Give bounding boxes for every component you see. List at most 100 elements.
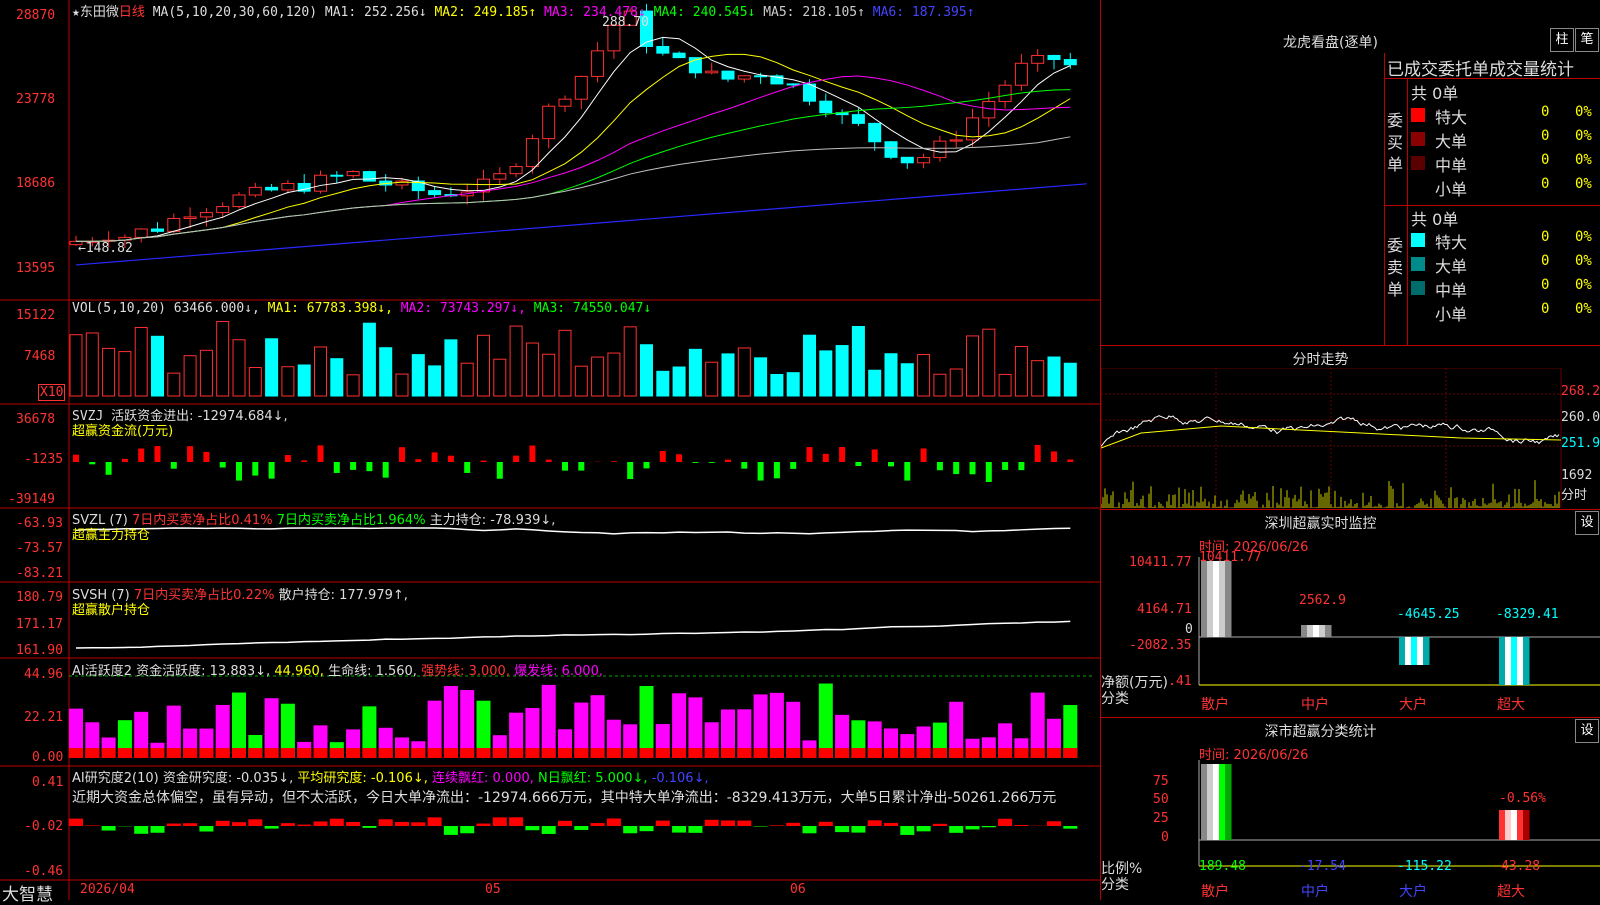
volume-bar <box>266 339 278 396</box>
volume-bar <box>934 374 946 396</box>
buy-row-name: 中单 <box>1435 152 1467 176</box>
candle <box>738 75 750 83</box>
fenshi-y-tick: 251.9 <box>1561 436 1600 451</box>
sell-swatch <box>1411 233 1425 247</box>
sz-cat: 散户 <box>1201 694 1229 714</box>
candle <box>249 183 261 198</box>
buy-swatch <box>1411 108 1425 122</box>
candle <box>363 171 375 182</box>
stats-top-label: -0.56% <box>1499 791 1546 806</box>
ai2-bar <box>314 821 328 826</box>
favorite-star-icon[interactable]: ★ <box>72 5 80 20</box>
svzj-bar <box>285 455 291 462</box>
svzj-bar <box>497 462 503 479</box>
volume-bar <box>200 350 212 396</box>
ai1-base <box>949 748 963 758</box>
buy-total: 共 0单 <box>1411 80 1458 104</box>
sell-row-name: 小单 <box>1435 301 1467 325</box>
ai1-base <box>591 748 605 758</box>
svzj-bar <box>171 462 177 469</box>
fenshi-chart[interactable] <box>1101 368 1600 508</box>
ai1-base <box>216 748 230 758</box>
candle <box>689 57 701 78</box>
ai2-bar <box>167 824 181 826</box>
svzj-bar <box>872 449 878 462</box>
kline-chart[interactable] <box>0 0 1100 900</box>
candle <box>592 42 604 82</box>
chart-area[interactable]: 28870 23778 18686 13595 15122 7468 X10 3… <box>0 0 1101 900</box>
fenshi-y-tick: 268.2 <box>1561 384 1600 399</box>
period-label[interactable]: 日线 <box>119 5 145 20</box>
ai1-base <box>998 748 1012 758</box>
svzj-bar <box>1067 459 1073 462</box>
ai1-base <box>803 748 817 758</box>
ai1-base <box>346 748 360 758</box>
sell-row-pct: 0% <box>1575 229 1592 245</box>
svzj-bar <box>1018 462 1024 470</box>
ai2-bar <box>737 821 751 826</box>
ai2-bar <box>835 826 849 832</box>
sz-val-label: 2562.9 <box>1299 593 1346 608</box>
ai2-bar <box>982 826 996 827</box>
ai1-base <box>623 748 637 758</box>
ai2-bar <box>574 826 588 830</box>
ai1-base <box>835 748 849 758</box>
ai2-bar <box>884 823 898 826</box>
stats-val: -17.54 <box>1299 859 1346 874</box>
ai1-base <box>1047 748 1061 758</box>
candle <box>918 154 930 169</box>
svzj-bar <box>155 446 161 462</box>
volume-bar <box>396 374 408 396</box>
sell-row-count: 0 <box>1541 301 1549 317</box>
ai1-y-tick: 44.96 <box>24 667 63 682</box>
ai2-bar <box>395 822 409 826</box>
ma4-value: MA4: 240.545↓ <box>654 5 756 20</box>
svzj-bar <box>366 462 372 471</box>
sell-row-count: 0 <box>1541 229 1549 245</box>
vol-header: VOL(5,10,20) 63466.000↓, MA1: 67783.398↓… <box>72 301 651 316</box>
svsh-polyline <box>76 621 1070 648</box>
volume-bar <box>820 351 832 396</box>
volume-bar <box>836 346 848 396</box>
candle <box>478 170 490 201</box>
ai2-bar <box>444 826 458 835</box>
bar-mode-button[interactable]: 柱 <box>1550 28 1574 52</box>
volume-bar <box>689 349 701 396</box>
settings-button[interactable]: 设 <box>1575 511 1599 535</box>
ai1-base <box>933 748 947 758</box>
volume-bar <box>298 365 310 396</box>
svzj-bar <box>790 462 796 469</box>
sell-side-label: 委卖单 <box>1387 235 1405 301</box>
ai1-base <box>688 748 702 758</box>
volume-bar <box>249 368 261 396</box>
volume-bar <box>103 348 115 396</box>
ai2-bar <box>265 826 279 829</box>
svzj-bar <box>138 449 144 462</box>
svzj-bar <box>676 454 682 462</box>
fenshi-vol-label: 1692 <box>1561 468 1592 483</box>
sz-stats-chart <box>1101 740 1600 900</box>
buy-row-count: 0 <box>1541 152 1549 168</box>
volume-bar <box>967 336 979 396</box>
sell-row-pct: 0% <box>1575 277 1592 293</box>
ai1-base <box>509 748 523 758</box>
buy-row-name: 特大 <box>1435 104 1467 128</box>
ai2-bar <box>460 826 474 833</box>
ai1-base <box>1063 748 1077 758</box>
sz-monitor-panel: 深圳超赢实时监控 设 时间: 2026/06/26 10411.77 4164.… <box>1101 510 1600 718</box>
stats-cat-label: 分类 <box>1101 874 1129 894</box>
ai1-base <box>134 748 148 758</box>
ai2-bar <box>69 819 83 826</box>
candle <box>200 208 212 227</box>
ai2-bar <box>949 826 963 833</box>
vol-unit: X10 <box>38 384 65 401</box>
volume-bar <box>461 363 473 396</box>
ai2-bar <box>721 820 735 826</box>
volume-bar <box>152 336 164 396</box>
lhb-tab-label[interactable]: 已成交委托单成交量统计 <box>1387 55 1574 80</box>
candle <box>1032 49 1044 72</box>
stroke-mode-button[interactable]: 笔 <box>1575 28 1599 52</box>
ai2-bar <box>851 826 865 833</box>
svzj-bar <box>562 462 568 471</box>
ai1-base <box>770 748 784 758</box>
